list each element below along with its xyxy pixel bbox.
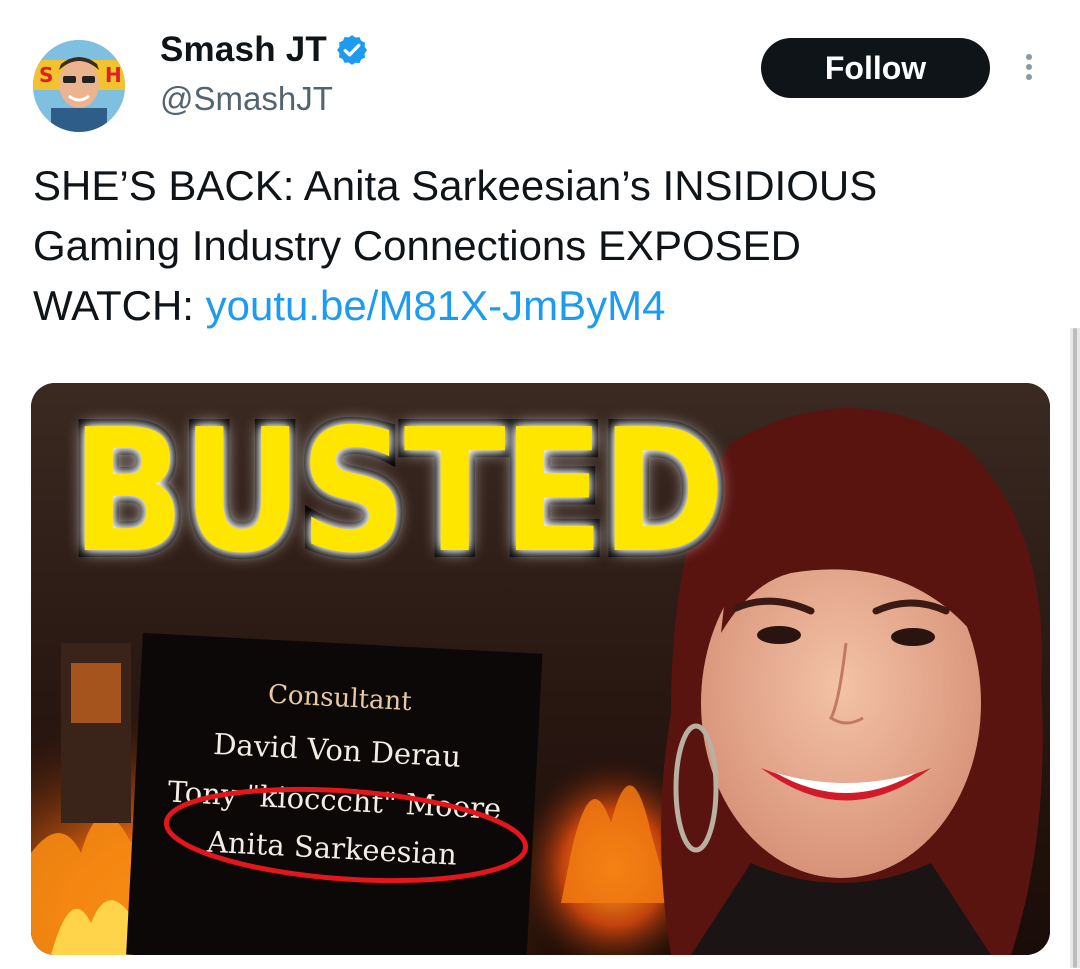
busted-headline: BUSTED: [65, 386, 731, 598]
verified-badge-icon: [335, 33, 369, 67]
follow-button[interactable]: Follow: [761, 38, 990, 98]
tweet-line-2: Gaming Industry Connections EXPOSED: [33, 222, 802, 269]
tweet-line-3: WATCH: youtu.be/M81X-JmByM4: [33, 276, 1043, 336]
credit-line: Anita Sarkeesian: [206, 824, 458, 872]
author-handle[interactable]: @SmashJT: [160, 80, 333, 118]
watch-prefix: WATCH:: [33, 282, 206, 329]
svg-text:S: S: [39, 63, 53, 87]
tweet-link[interactable]: youtu.be/M81X-JmByM4: [206, 282, 666, 329]
more-vertical-icon[interactable]: [1018, 50, 1040, 90]
credits-card: Consultant David Von Derau Tony "kioccch…: [126, 633, 543, 955]
tweet-line-1: SHE’S BACK: Anita Sarkeesian’s INSIDIOUS: [33, 162, 878, 209]
credit-line: Tony "kiocccht" Moore: [166, 774, 503, 826]
credit-line: Consultant: [267, 679, 413, 718]
avatar[interactable]: S H: [33, 40, 125, 132]
credit-line: David Von Derau: [212, 726, 462, 774]
display-name[interactable]: Smash JT: [160, 30, 327, 70]
scrollbar[interactable]: [1070, 328, 1080, 968]
tweet-text: SHE’S BACK: Anita Sarkeesian’s INSIDIOUS…: [33, 156, 1043, 336]
media-image[interactable]: Consultant David Von Derau Tony "kioccch…: [31, 383, 1050, 955]
svg-text:H: H: [105, 63, 122, 87]
